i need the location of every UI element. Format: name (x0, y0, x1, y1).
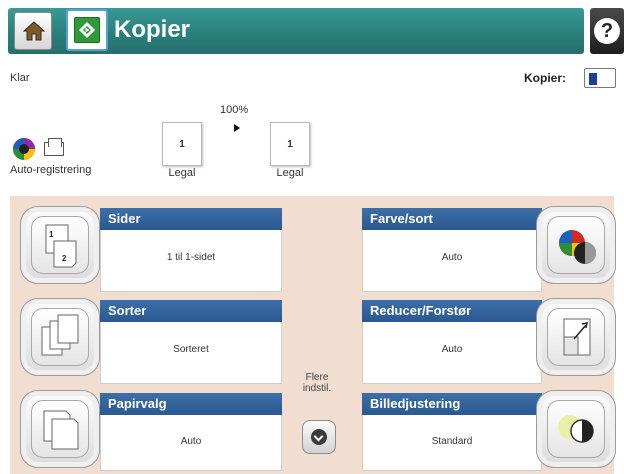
text-cursor (589, 72, 597, 85)
paper-select-value[interactable]: Auto (100, 415, 282, 471)
more-options-button[interactable] (302, 420, 336, 454)
reduce-enlarge-value[interactable]: Auto (362, 322, 542, 384)
header: Kopier ? (0, 0, 624, 60)
reduce-enlarge-header[interactable]: Reducer/Forstør (362, 300, 542, 322)
sides-header[interactable]: Sider (100, 208, 282, 230)
arrow-right-icon (234, 124, 240, 132)
reduce-enlarge-button[interactable] (536, 298, 616, 376)
copy-start-button[interactable] (66, 9, 108, 51)
copy-start-icon (74, 17, 100, 43)
image-adjust-icon (547, 400, 605, 458)
zoom-percent: 100% (220, 104, 249, 116)
color-mode-icon (13, 138, 35, 160)
color-black-value[interactable]: Auto (362, 230, 542, 292)
image-adjust-value[interactable]: Standard (362, 415, 542, 471)
sides-button[interactable]: 1 2 (20, 206, 100, 284)
home-icon (22, 21, 46, 41)
paper-select-button[interactable] (20, 390, 100, 468)
image-adjust-header[interactable]: Billedjustering (362, 393, 542, 415)
color-black-button[interactable] (536, 206, 616, 284)
help-icon: ? (594, 18, 620, 44)
output-page-preview: 1 (270, 122, 310, 166)
help-button[interactable]: ? (590, 8, 624, 54)
paper-select-icon (31, 400, 89, 458)
more-options-label: Flere indstil. (302, 372, 332, 394)
color-black-header[interactable]: Farve/sort (362, 208, 542, 230)
page-title: Kopier (114, 16, 191, 43)
collate-icon (31, 308, 89, 366)
output-size-label: Legal (276, 167, 304, 179)
original-size-label: Legal (168, 167, 196, 179)
chevron-down-icon (311, 429, 327, 445)
collate-value[interactable]: Sorteret (100, 322, 282, 384)
paper-select-header[interactable]: Papirvalg (100, 393, 282, 415)
copies-label: Kopier: (524, 71, 566, 85)
image-adjust-button[interactable] (536, 390, 616, 468)
original-page-preview: 1 (162, 122, 202, 166)
mode-label: Auto-registrering (10, 164, 92, 176)
reduce-enlarge-icon (547, 308, 605, 366)
svg-text:2: 2 (62, 254, 67, 263)
document-icon (44, 138, 64, 156)
collate-button[interactable] (20, 298, 100, 376)
sides-value[interactable]: 1 til 1-sidet (100, 230, 282, 292)
color-black-icon (547, 216, 605, 274)
copies-field[interactable]: 1 (584, 68, 616, 88)
svg-text:1: 1 (49, 230, 54, 239)
status-text: Klar (10, 72, 30, 84)
home-button[interactable] (14, 12, 52, 50)
collate-header[interactable]: Sorter (100, 300, 282, 322)
one-to-one-sided-icon: 1 2 (31, 216, 89, 274)
